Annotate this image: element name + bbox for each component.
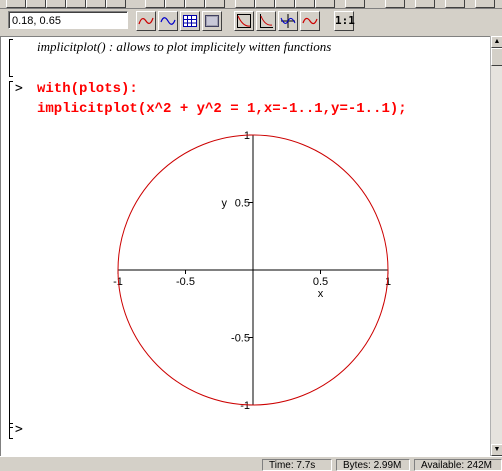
y-tick-label: -1 <box>240 400 250 412</box>
curve-style-2-icon[interactable] <box>158 11 178 31</box>
main-toolbar <box>0 0 502 9</box>
status-time: Time: 7.7s <box>262 459 332 471</box>
x-axis-label: x <box>318 288 324 300</box>
empty-input-prompt[interactable]: > <box>15 422 23 437</box>
toolbar-button-17[interactable] <box>385 0 405 8</box>
toolbar-button-10[interactable] <box>205 0 225 8</box>
input-prompt: > <box>15 81 23 96</box>
plot-toolbar: 0.18, 0.65 1:1 <box>0 9 502 35</box>
status-bytes: Bytes: 2.99M <box>336 459 410 471</box>
vertical-scrollbar[interactable]: ▲ ▼ <box>490 36 502 456</box>
toolbar-button-9[interactable] <box>185 0 205 8</box>
curve-style-1-icon[interactable] <box>136 11 156 31</box>
toolbar-button-6[interactable] <box>106 0 126 8</box>
toolbar-button-14[interactable] <box>295 0 315 8</box>
toolbar-button-16[interactable] <box>345 0 365 8</box>
axes-boxed-icon[interactable] <box>234 11 254 31</box>
y-tick-label: -0.5 <box>231 333 250 345</box>
worksheet-comment: implicitplot() : allows to plot implicit… <box>37 39 332 54</box>
y-axis-label: y <box>222 198 228 210</box>
scroll-up-arrow-icon[interactable]: ▲ <box>491 36 502 48</box>
toolbar-button-5[interactable] <box>86 0 106 8</box>
implicit-plot[interactable]: -1 -0.5 0.5 110.5-0.5-1 x y <box>101 127 401 417</box>
code-line-1[interactable]: with(plots): <box>37 81 138 97</box>
empty-group-bracket <box>9 423 13 439</box>
x-tick-label: 0.5 <box>313 276 328 288</box>
toolbar-button-20[interactable] <box>475 0 495 8</box>
axes-none-icon[interactable] <box>300 11 320 31</box>
status-bar: Time: 7.7s Bytes: 2.99M Available: 242M <box>0 456 502 471</box>
scroll-thumb[interactable] <box>491 48 502 66</box>
toolbar-button-13[interactable] <box>275 0 295 8</box>
toolbar-button-15[interactable] <box>315 0 335 8</box>
scroll-down-arrow-icon[interactable]: ▼ <box>491 444 502 456</box>
coordinate-readout: 0.18, 0.65 <box>8 11 128 29</box>
toolbar-button-4[interactable] <box>66 0 86 8</box>
status-available: Available: 242M <box>414 459 502 471</box>
grid-style-1-icon[interactable] <box>180 11 200 31</box>
toolbar-button-3[interactable] <box>46 0 66 8</box>
toolbar-button-19[interactable] <box>445 0 465 8</box>
execution-group-bracket <box>9 81 13 428</box>
toolbar-button-2[interactable] <box>26 0 46 8</box>
plot-axes <box>118 135 388 405</box>
scaling-constrained-button[interactable]: 1:1 <box>334 11 355 31</box>
toolbar-button-11[interactable] <box>235 0 255 8</box>
code-line-2[interactable]: implicitplot(x^2 + y^2 = 1,x=-1..1,y=-1.… <box>37 101 407 117</box>
worksheet[interactable]: implicitplot() : allows to plot implicit… <box>0 36 491 457</box>
y-tick-label: 1 <box>244 130 250 142</box>
toolbar-button-8[interactable] <box>165 0 185 8</box>
x-tick-label: -0.5 <box>176 276 195 288</box>
axes-framed-icon[interactable] <box>256 11 276 31</box>
toolbar-button-18[interactable] <box>415 0 435 8</box>
axes-normal-icon[interactable] <box>278 11 298 31</box>
y-tick-label: 0.5 <box>235 198 250 210</box>
toolbar-button-7[interactable] <box>145 0 165 8</box>
comment-group-bracket <box>9 39 13 77</box>
toolbar-button-1[interactable] <box>6 0 26 8</box>
grid-style-2-icon[interactable] <box>202 11 222 31</box>
toolbar-button-12[interactable] <box>255 0 275 8</box>
